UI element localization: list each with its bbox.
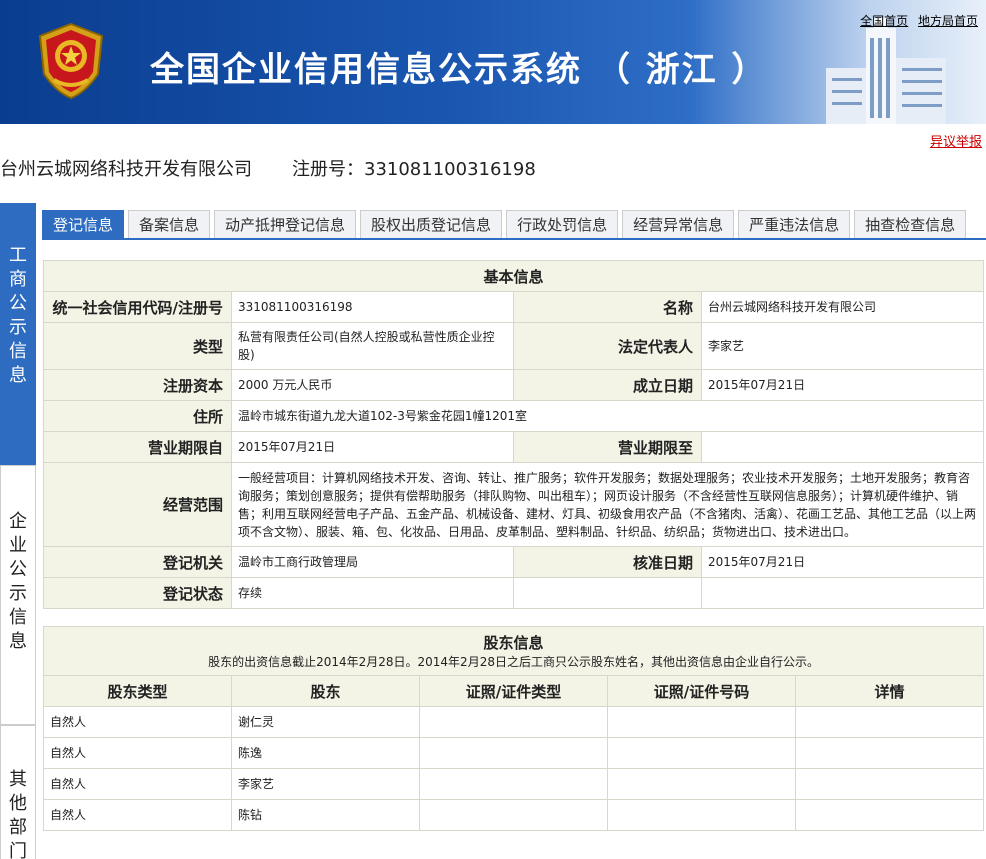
established-value: 2015年07月21日 bbox=[700, 369, 985, 401]
id-number-cell bbox=[607, 737, 796, 769]
term-to-label: 营业期限至 bbox=[513, 431, 702, 463]
scope-value: 一般经营项目：计算机网络技术开发、咨询、转让、推广服务；软件开发服务；数据处理服… bbox=[230, 462, 985, 547]
tab-filing[interactable]: 备案信息 bbox=[128, 210, 211, 238]
shareholder-type-cell: 自然人 bbox=[43, 799, 232, 831]
address-value: 温岭市城东街道九龙大道102-3号紫金花园1幢1201室 bbox=[230, 400, 985, 432]
legal-rep-value: 李家艺 bbox=[700, 322, 985, 370]
national-home-link[interactable]: 全国首页 bbox=[860, 14, 908, 28]
basic-info-title: 基本信息 bbox=[42, 260, 985, 292]
address-label: 住所 bbox=[43, 400, 232, 432]
registration-number: 注册号：331081100316198 bbox=[292, 159, 536, 180]
shareholder-name-cell: 陈逸 bbox=[231, 737, 420, 769]
building-illustration-icon bbox=[826, 18, 946, 124]
id-type-cell bbox=[419, 706, 608, 738]
col-header-id-type: 证照/证件类型 bbox=[419, 675, 608, 707]
id-type-cell bbox=[419, 768, 608, 800]
side-tab-business-disclosure[interactable]: 工商公示信息 bbox=[0, 203, 36, 465]
company-name: 台州云城网络科技开发有限公司 bbox=[0, 159, 252, 180]
national-emblem-icon bbox=[38, 22, 104, 100]
shareholder-type-cell: 自然人 bbox=[43, 768, 232, 800]
approved-value: 2015年07月21日 bbox=[700, 546, 985, 578]
company-line: 台州云城网络科技开发有限公司 注册号：331081100316198 bbox=[0, 155, 536, 181]
side-tab-other-departments[interactable]: 其他部门 bbox=[0, 725, 36, 859]
page-title: 全国企业信用信息公示系统 （ 浙江 ） bbox=[150, 50, 768, 90]
basic-info-table: 基本信息 统一社会信用代码/注册号 331081100316198 名称 台州云… bbox=[42, 260, 985, 609]
col-header-type: 股东类型 bbox=[43, 675, 232, 707]
term-from-value: 2015年07月21日 bbox=[231, 431, 514, 463]
tab-spot-check[interactable]: 抽查检查信息 bbox=[854, 210, 967, 238]
tab-bar: 登记信息 备案信息 动产抵押登记信息 股权出质登记信息 行政处罚信息 经营异常信… bbox=[42, 210, 970, 238]
tab-chattel-mortgage[interactable]: 动产抵押登记信息 bbox=[214, 210, 357, 238]
objection-report-link[interactable]: 异议举报 bbox=[930, 131, 982, 150]
empty-cell bbox=[513, 577, 702, 609]
details-cell bbox=[794, 737, 985, 769]
shareholder-header: 股东信息 股东的出资信息截止2014年2月28日。2014年2月28日之后工商只… bbox=[42, 626, 985, 676]
capital-value: 2000 万元人民币 bbox=[231, 369, 514, 401]
id-type-cell bbox=[419, 737, 608, 769]
id-type-cell bbox=[419, 799, 608, 831]
details-cell bbox=[794, 799, 985, 831]
type-label: 类型 bbox=[43, 322, 232, 370]
side-tabs: 工商公示信息 企业公示信息 其他部门 bbox=[0, 203, 36, 859]
table-row: 自然人 李家艺 bbox=[43, 768, 985, 800]
tab-registration[interactable]: 登记信息 bbox=[42, 210, 125, 238]
credit-code-label: 统一社会信用代码/注册号 bbox=[43, 291, 232, 323]
col-header-shareholder: 股东 bbox=[231, 675, 420, 707]
credit-code-value: 331081100316198 bbox=[231, 291, 514, 323]
shareholder-name-cell: 李家艺 bbox=[231, 768, 420, 800]
tab-underline bbox=[42, 238, 986, 240]
table-row: 自然人 谢仁灵 bbox=[43, 706, 985, 738]
legal-rep-label: 法定代表人 bbox=[513, 322, 702, 370]
capital-label: 注册资本 bbox=[43, 369, 232, 401]
shareholder-name-cell: 陈钻 bbox=[231, 799, 420, 831]
status-label: 登记状态 bbox=[43, 577, 232, 609]
empty-cell bbox=[700, 577, 985, 609]
shareholder-title: 股东信息 bbox=[483, 634, 544, 652]
details-cell bbox=[794, 706, 985, 738]
shareholder-type-cell: 自然人 bbox=[43, 706, 232, 738]
id-number-cell bbox=[607, 799, 796, 831]
col-header-id-number: 证照/证件号码 bbox=[607, 675, 796, 707]
top-links: 全国首页 地方局首页 bbox=[854, 12, 978, 29]
table-row: 自然人 陈逸 bbox=[43, 737, 985, 769]
side-tab-enterprise-disclosure[interactable]: 企业公示信息 bbox=[0, 465, 36, 725]
scope-label: 经营范围 bbox=[43, 462, 232, 547]
shareholder-name-cell: 谢仁灵 bbox=[231, 706, 420, 738]
header-banner: 全国企业信用信息公示系统 （ 浙江 ） 全国首页 地方局首页 bbox=[0, 0, 986, 124]
shareholder-type-cell: 自然人 bbox=[43, 737, 232, 769]
name-label: 名称 bbox=[513, 291, 702, 323]
id-number-cell bbox=[607, 706, 796, 738]
shareholder-table: 股东信息 股东的出资信息截止2014年2月28日。2014年2月28日之后工商只… bbox=[42, 626, 985, 831]
id-number-cell bbox=[607, 768, 796, 800]
tab-serious-violation[interactable]: 严重违法信息 bbox=[738, 210, 851, 238]
term-from-label: 营业期限自 bbox=[43, 431, 232, 463]
col-header-details: 详情 bbox=[794, 675, 985, 707]
status-value: 存续 bbox=[231, 577, 514, 609]
name-value: 台州云城网络科技开发有限公司 bbox=[700, 291, 985, 323]
type-value: 私营有限责任公司(自然人控股或私营性质企业控股) bbox=[231, 322, 514, 370]
tab-abnormal-operation[interactable]: 经营异常信息 bbox=[622, 210, 735, 238]
shareholder-note: 股东的出资信息截止2014年2月28日。2014年2月28日之后工商只公示股东姓… bbox=[208, 655, 819, 669]
established-label: 成立日期 bbox=[513, 369, 702, 401]
details-cell bbox=[794, 768, 985, 800]
authority-label: 登记机关 bbox=[43, 546, 232, 578]
tab-equity-pledge[interactable]: 股权出质登记信息 bbox=[360, 210, 503, 238]
authority-value: 温岭市工商行政管理局 bbox=[231, 546, 514, 578]
term-to-value bbox=[700, 431, 985, 463]
tab-administrative-penalty[interactable]: 行政处罚信息 bbox=[506, 210, 619, 238]
approved-label: 核准日期 bbox=[513, 546, 702, 578]
local-home-link[interactable]: 地方局首页 bbox=[918, 14, 978, 28]
table-row: 自然人 陈钻 bbox=[43, 799, 985, 831]
